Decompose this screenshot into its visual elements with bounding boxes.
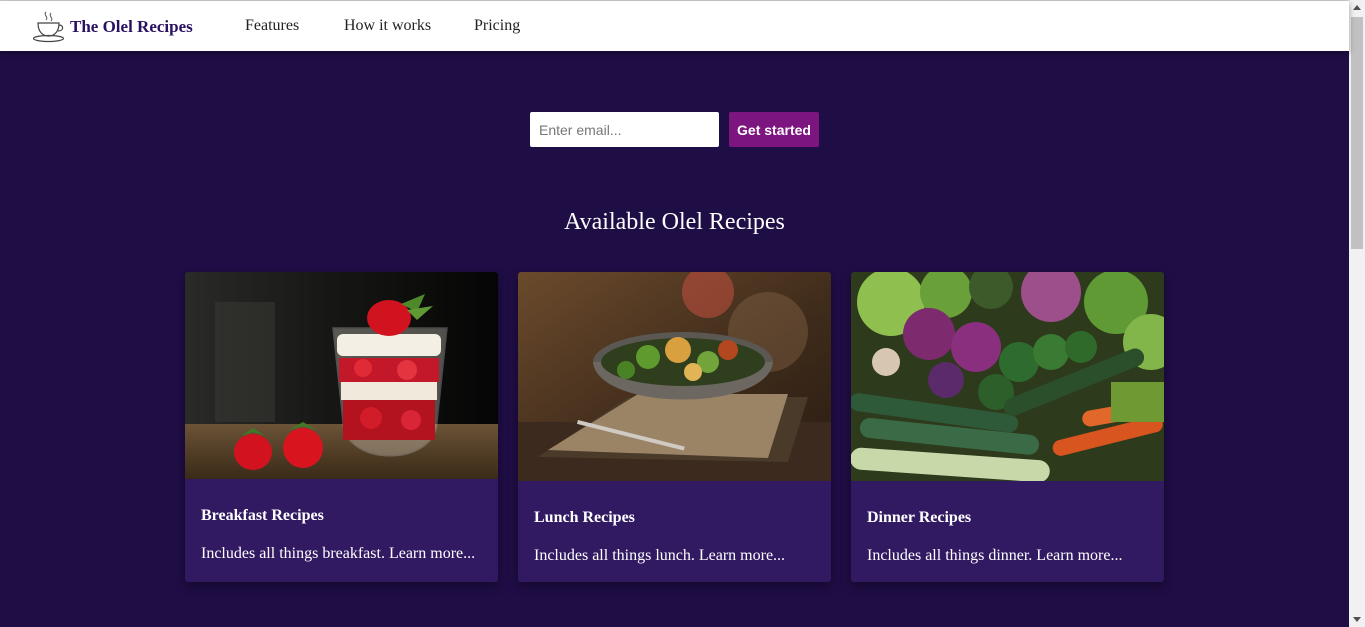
nav-link-features[interactable]: Features (245, 17, 299, 35)
scrollbar-thumb[interactable] (1351, 17, 1363, 249)
card-title: Lunch Recipes (534, 509, 635, 526)
card-description: Includes all things lunch. Learn more... (534, 547, 786, 564)
scroll-down-arrow-icon[interactable] (1353, 617, 1361, 622)
section-title: Available Olel Recipes (564, 209, 785, 235)
card-title: Breakfast Recipes (201, 507, 324, 524)
page-scrollbar[interactable] (1349, 0, 1365, 627)
card-title: Dinner Recipes (867, 509, 972, 526)
brand[interactable]: The Olel Recipes (32, 10, 193, 44)
recipe-card-dinner[interactable]: Dinner Recipes Includes all things dinne… (851, 272, 1164, 582)
recipe-card-breakfast[interactable]: Breakfast Recipes Includes all things br… (185, 272, 498, 582)
email-input[interactable] (530, 112, 719, 147)
nav-link-pricing[interactable]: Pricing (474, 17, 520, 35)
nav-link-how-it-works[interactable]: How it works (344, 17, 431, 35)
dinner-vegetables-image (851, 272, 1164, 481)
brand-name: The Olel Recipes (70, 17, 193, 36)
scroll-up-arrow-icon[interactable] (1353, 5, 1361, 10)
card-description: Includes all things dinner. Learn more..… (867, 547, 1123, 564)
get-started-button[interactable]: Get started (729, 112, 819, 147)
recipe-card-lunch[interactable]: Lunch Recipes Includes all things lunch.… (518, 272, 831, 582)
card-description: Includes all things breakfast. Learn mor… (201, 545, 476, 562)
breakfast-parfait-image (185, 272, 498, 479)
navbar: The Olel Recipes Features How it works P… (0, 1, 1349, 51)
teacup-logo-icon (32, 11, 65, 43)
lunch-salad-image (518, 272, 831, 481)
